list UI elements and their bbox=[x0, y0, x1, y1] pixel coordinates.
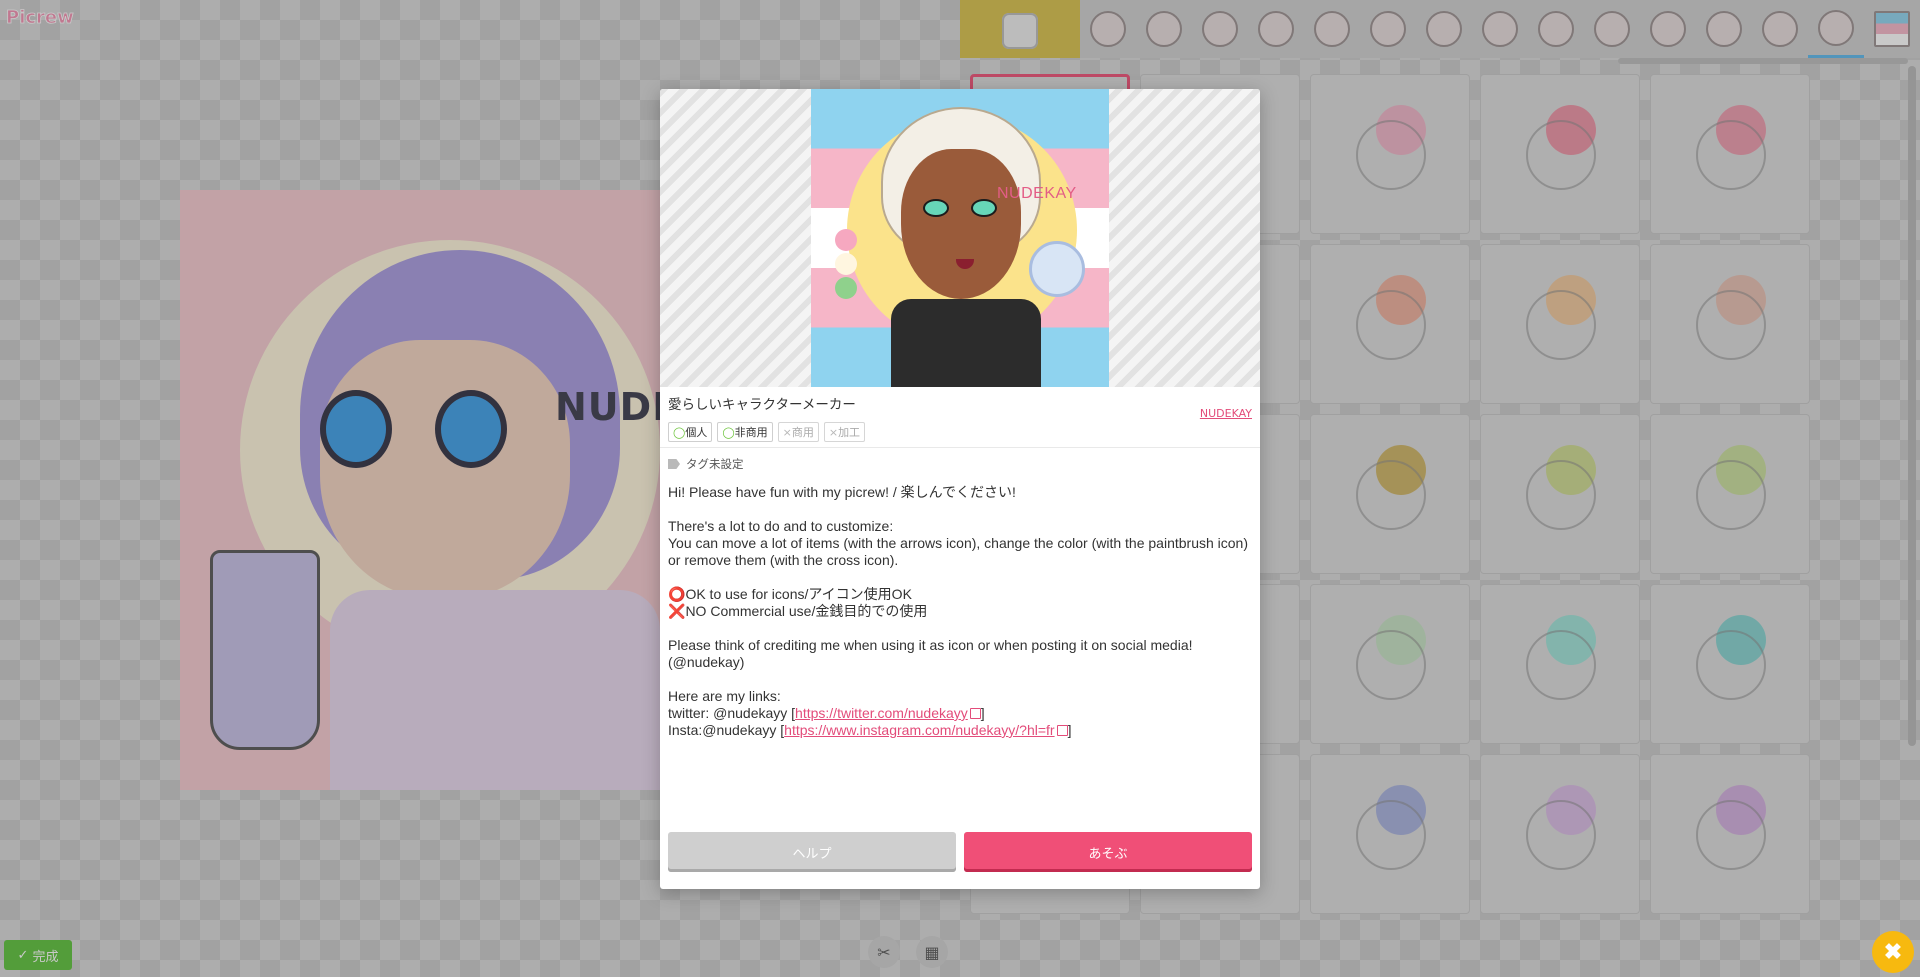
maker-title: 愛らしいキャラクターメーカー bbox=[668, 397, 856, 413]
desc-instructions: You can move a lot of items (with the ar… bbox=[668, 535, 1248, 568]
creator-link[interactable]: NUDEKAY bbox=[1200, 407, 1252, 420]
close-button[interactable]: ✖ bbox=[1872, 931, 1914, 973]
modal-actions: ヘルプ あそぶ bbox=[668, 832, 1252, 872]
modal-hero: NUDEKAY bbox=[660, 89, 1260, 387]
maker-description: Hi! Please have fun with my picrew! / 楽し… bbox=[668, 484, 1252, 739]
tag-icon bbox=[668, 459, 680, 469]
wand-illustration bbox=[1029, 241, 1085, 297]
maker-info-modal: NUDEKAY 愛らしいキャラクターメーカー NUDEKAY ◯個人 ◯非商用 … bbox=[660, 89, 1260, 889]
desc-twitter-line: twitter: @nudekayy [https://twitter.com/… bbox=[668, 705, 985, 721]
badge-commercial: ×商用 bbox=[777, 422, 819, 442]
desc-customize: There's a lot to do and to customize: bbox=[668, 518, 894, 534]
cross-mark-icon: ❌ bbox=[668, 603, 686, 619]
desc-links-heading: Here are my links: bbox=[668, 688, 781, 704]
desc-ok-line: ⭕OK to use for icons/アイコン使用OK bbox=[668, 586, 912, 602]
external-link-icon bbox=[1056, 725, 1068, 736]
badge-personal: ◯個人 bbox=[668, 422, 713, 442]
maker-thumbnail: NUDEKAY bbox=[811, 89, 1109, 387]
badge-edit: ×加工 bbox=[823, 422, 866, 442]
tag-label: タグ未設定 bbox=[686, 457, 744, 471]
close-icon: ✖ bbox=[1883, 939, 1903, 964]
tag-row: タグ未設定 bbox=[668, 456, 1252, 472]
usage-badges: ◯個人 ◯非商用 ×商用 ×加工 bbox=[668, 422, 1252, 442]
desc-credit: Please think of crediting me when using … bbox=[668, 637, 1193, 670]
desc-greeting: Hi! Please have fun with my picrew! / 楽し… bbox=[668, 484, 1016, 500]
external-link-icon bbox=[969, 708, 981, 719]
desc-no-line: ❌NO Commercial use/金銭目的での使用 bbox=[668, 603, 928, 619]
help-button[interactable]: ヘルプ bbox=[668, 832, 956, 872]
maker-description-section: タグ未設定 Hi! Please have fun with my picrew… bbox=[660, 447, 1260, 827]
thumbnail-watermark: NUDEKAY bbox=[997, 185, 1077, 202]
maker-meta: 愛らしいキャラクターメーカー NUDEKAY ◯個人 ◯非商用 ×商用 ×加工 bbox=[660, 387, 1260, 447]
instagram-link[interactable]: https://www.instagram.com/nudekayy/?hl=f… bbox=[784, 722, 1054, 738]
twitter-link[interactable]: https://twitter.com/nudekayy bbox=[795, 705, 968, 721]
ok-circle-icon: ⭕ bbox=[668, 586, 686, 602]
play-button[interactable]: あそぶ bbox=[964, 832, 1252, 872]
desc-insta-line: Insta:@nudekayy [https://www.instagram.c… bbox=[668, 722, 1072, 738]
badge-noncommercial: ◯非商用 bbox=[717, 422, 773, 442]
